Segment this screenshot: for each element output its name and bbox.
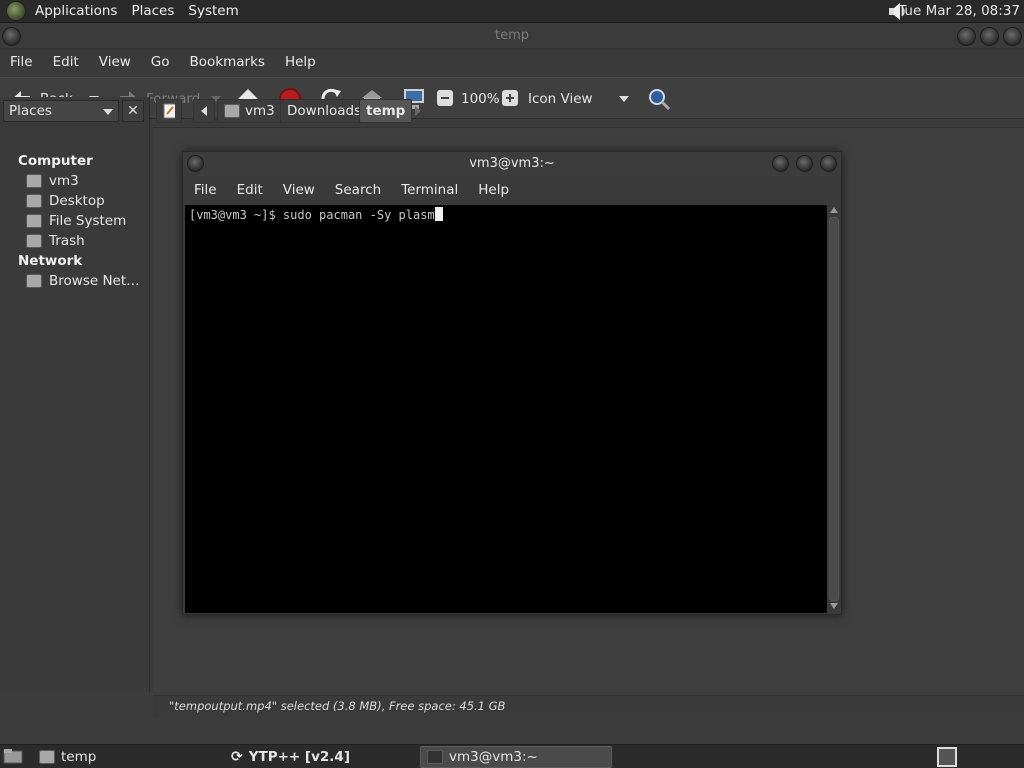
sidebar-item-desktop[interactable]: Desktop xyxy=(26,193,105,209)
sidebar-heading-computer: Computer xyxy=(18,153,93,169)
window-title: temp xyxy=(494,28,529,43)
terminal-scrollbar[interactable] xyxy=(828,205,840,613)
sidebar-item-label: Trash xyxy=(49,233,85,249)
edit-location-icon xyxy=(163,103,175,119)
show-desktop-icon[interactable] xyxy=(3,748,23,764)
menu-file[interactable]: File xyxy=(184,182,227,198)
chevron-left-icon xyxy=(201,106,207,116)
chevron-down-icon xyxy=(103,109,113,115)
sidebar-item-label: vm3 xyxy=(49,173,79,189)
window-titlebar[interactable]: temp xyxy=(0,24,1024,49)
terminal-title: vm3@vm3:~ xyxy=(469,156,555,171)
drive-icon xyxy=(26,214,42,228)
terminal-menubar: File Edit View Search Terminal Help xyxy=(183,178,841,202)
minimize-button[interactable] xyxy=(772,155,789,172)
folder-icon xyxy=(39,750,55,764)
task-terminal[interactable]: vm3@vm3:~ xyxy=(420,746,612,768)
task-label: YTP++ [v2.4] xyxy=(248,749,350,765)
terminal-screen[interactable]: [vm3@vm3 ~]$ sudo pacman -Sy plasm xyxy=(185,205,827,613)
menubar: File Edit View Go Bookmarks Help xyxy=(0,49,1024,75)
task-label: vm3@vm3:~ xyxy=(449,749,538,765)
clock[interactable]: Tue Mar 28, 08:37 xyxy=(898,0,1020,23)
top-panel: Applications Places System Tue Mar 28, 0… xyxy=(0,0,1024,23)
applications-menu[interactable]: Applications xyxy=(28,0,124,23)
breadcrumb-vm3[interactable]: vm3 xyxy=(217,99,282,123)
sidebar-item-trash[interactable]: Trash xyxy=(26,233,85,249)
menu-go[interactable]: Go xyxy=(141,54,180,70)
home-folder-icon xyxy=(224,104,240,118)
menu-view[interactable]: View xyxy=(89,54,141,70)
menu-edit[interactable]: Edit xyxy=(43,54,89,70)
menu-edit[interactable]: Edit xyxy=(227,182,273,198)
sidebar-item-label: Desktop xyxy=(49,193,105,209)
bottom-panel: temp ⟳ YTP++ [v2.4] vm3@vm3:~ xyxy=(0,744,1024,768)
sidebar-item-browse-network[interactable]: Browse Net… xyxy=(26,273,140,289)
breadcrumb-label: temp xyxy=(366,103,406,119)
sidebar-item-vm3[interactable]: vm3 xyxy=(26,173,79,189)
chevron-up-icon[interactable] xyxy=(830,207,838,213)
menu-file[interactable]: File xyxy=(0,54,43,70)
typed-command: sudo pacman -Sy plasm xyxy=(282,208,435,222)
terminal-titlebar[interactable]: vm3@vm3:~ xyxy=(183,152,841,176)
refresh-icon: ⟳ xyxy=(231,749,243,765)
workspace-switcher[interactable] xyxy=(937,747,957,767)
close-button[interactable] xyxy=(820,155,837,172)
chevron-down-icon[interactable] xyxy=(830,603,838,609)
places-menu[interactable]: Places xyxy=(124,0,181,23)
terminal-icon xyxy=(427,750,443,764)
path-scroll-right[interactable] xyxy=(408,99,426,123)
scrollbar-thumb[interactable] xyxy=(829,217,839,601)
menu-view[interactable]: View xyxy=(273,182,325,198)
breadcrumb-downloads[interactable]: Downloads xyxy=(280,99,369,123)
task-label: temp xyxy=(61,749,97,765)
text-cursor xyxy=(434,207,443,221)
chevron-right-icon xyxy=(415,106,420,116)
sidebar-item-label: Browse Net… xyxy=(49,273,140,289)
sidebar-item-file-system[interactable]: File System xyxy=(26,213,126,229)
system-menu[interactable]: System xyxy=(181,0,245,23)
breadcrumb-label: vm3 xyxy=(245,103,275,119)
desktop-icon xyxy=(26,194,42,208)
sidebar-selector[interactable]: Places xyxy=(3,100,119,122)
maximize-button[interactable] xyxy=(796,155,813,172)
minimize-button[interactable] xyxy=(957,27,976,46)
sidebar-selector-value: Places xyxy=(9,103,52,119)
sidebar-heading-network: Network xyxy=(18,253,83,269)
task-ytp[interactable]: ⟳ YTP++ [v2.4] xyxy=(225,746,415,768)
maximize-button[interactable] xyxy=(980,27,999,46)
sidebar: Places ✕ Computer vm3 Desktop File Syste… xyxy=(0,97,150,692)
network-icon xyxy=(26,274,42,288)
home-folder-icon xyxy=(26,174,42,188)
path-scroll-left[interactable] xyxy=(193,99,215,123)
menu-help[interactable]: Help xyxy=(468,182,519,198)
close-button[interactable] xyxy=(1003,27,1022,46)
terminal-window: vm3@vm3:~ File Edit View Search Terminal… xyxy=(182,151,842,615)
status-bar: "tempoutput.mp4" selected (3.8 MB), Free… xyxy=(153,695,1024,717)
task-temp[interactable]: temp xyxy=(33,746,213,768)
close-sidebar-button[interactable]: ✕ xyxy=(122,100,144,122)
path-bar: vm3 Downloads temp xyxy=(153,99,1024,125)
menu-terminal[interactable]: Terminal xyxy=(391,182,468,198)
menu-search[interactable]: Search xyxy=(325,182,391,198)
breadcrumb-label: Downloads xyxy=(287,103,362,119)
menu-bookmarks[interactable]: Bookmarks xyxy=(180,54,275,70)
menu-help[interactable]: Help xyxy=(275,54,326,70)
terminal-line: [vm3@vm3 ~]$ sudo pacman -Sy plasm xyxy=(189,207,443,222)
sidebar-item-label: File System xyxy=(49,213,127,229)
shell-prompt: [vm3@vm3 ~]$ xyxy=(189,208,283,222)
toggle-location-button[interactable] xyxy=(156,99,182,123)
breadcrumb-temp[interactable]: temp xyxy=(359,99,413,123)
gnome-foot-icon[interactable] xyxy=(6,1,26,21)
trash-icon xyxy=(26,234,42,248)
